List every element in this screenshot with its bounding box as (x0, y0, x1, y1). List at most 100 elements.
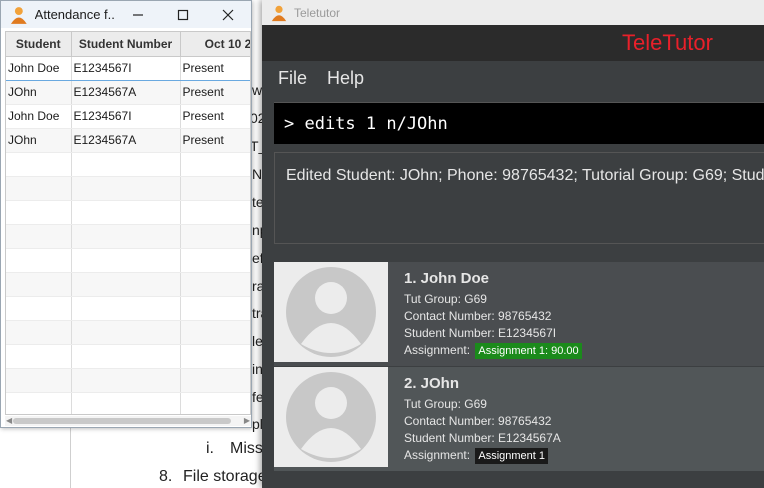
list-item-text: File storage (183, 468, 267, 485)
empty-cell (6, 152, 72, 177)
student-contact-number: Contact Number: 98765432 (404, 414, 552, 428)
scrollbar-thumb[interactable] (13, 418, 231, 424)
minimize-button[interactable] (115, 1, 160, 28)
menu-file[interactable]: File (278, 68, 307, 89)
cell-attendance[interactable]: Present (180, 55, 250, 81)
cell-attendance[interactable]: Present (180, 128, 250, 153)
close-icon (222, 9, 234, 20)
empty-table-row (6, 176, 250, 201)
empty-cell (6, 200, 72, 225)
menu-help[interactable]: Help (327, 68, 364, 89)
empty-cell (71, 344, 181, 369)
empty-cell (180, 248, 250, 273)
empty-cell (180, 176, 250, 201)
student-number: Student Number: E1234567I (404, 326, 557, 340)
table-row[interactable]: John Doe E1234567I Present (6, 55, 250, 81)
attendance-titlebar[interactable]: Attendance f... (1, 1, 251, 28)
empty-cell (71, 320, 181, 345)
cell-student-number[interactable]: E1234567I (71, 104, 181, 129)
empty-cell (71, 296, 181, 321)
student-tut-group: Tut Group: G69 (404, 292, 487, 306)
student-contact-number: Contact Number: 98765432 (404, 309, 552, 323)
empty-table-row (6, 344, 250, 369)
empty-table-row (6, 152, 250, 177)
empty-cell (71, 224, 181, 249)
empty-table-row (6, 248, 250, 273)
scroll-left-icon[interactable]: ◀ (6, 416, 12, 426)
student-name: 2. JOhn (404, 375, 460, 392)
empty-cell (71, 152, 181, 177)
horizontal-scrollbar[interactable]: ◀ ▶ (5, 416, 251, 426)
table-row[interactable]: John Doe E1234567I Present (6, 104, 250, 129)
assignment-label: Assignment: (404, 343, 471, 357)
teletutor-window: Teletutor TeleTutor File Help > edits 1 … (262, 0, 764, 488)
empty-table-row (6, 272, 250, 297)
attendance-table[interactable]: Student Student Number Oct 10 2024 John … (5, 31, 251, 415)
cell-attendance[interactable]: Present (180, 104, 250, 129)
app-header: TeleTutor (262, 25, 764, 61)
document-text-fragment: N (252, 166, 263, 182)
cell-student[interactable]: John Doe (6, 55, 72, 81)
empty-cell (71, 272, 181, 297)
empty-cell (6, 344, 72, 369)
maximize-button[interactable] (161, 1, 206, 28)
menu-bar: File Help (262, 61, 764, 95)
column-header-student[interactable]: Student (6, 32, 72, 57)
empty-cell (180, 152, 250, 177)
avatar-placeholder-icon (286, 267, 376, 357)
empty-cell (71, 200, 181, 225)
command-box[interactable]: > edits 1 n/JOhn (274, 102, 764, 144)
teletutor-app-icon (271, 5, 287, 21)
empty-cell (6, 248, 72, 273)
student-card[interactable]: 1. John Doe Tut Group: G69 Contact Numbe… (274, 262, 764, 366)
close-button[interactable] (206, 1, 251, 28)
empty-table-row (6, 224, 250, 249)
empty-cell (6, 320, 72, 345)
empty-cell (180, 272, 250, 297)
student-list[interactable]: 1. John Doe Tut Group: G69 Contact Numbe… (274, 255, 764, 488)
empty-table-row (6, 200, 250, 225)
cell-student[interactable]: JOhn (6, 80, 72, 105)
table-row[interactable]: JOhn E1234567A Present (6, 128, 250, 153)
empty-cell (6, 224, 72, 249)
cell-student-number[interactable]: E1234567A (71, 80, 181, 105)
empty-cell (6, 176, 72, 201)
list-sub-text: Miss (230, 440, 263, 457)
table-row[interactable]: JOhn E1234567A Present (6, 80, 250, 105)
teletutor-titlebar[interactable]: Teletutor (262, 0, 764, 25)
student-name: 1. John Doe (404, 270, 490, 287)
empty-cell (180, 224, 250, 249)
scroll-right-icon[interactable]: ▶ (244, 416, 250, 426)
empty-cell (71, 248, 181, 273)
brand-title: TeleTutor (622, 30, 713, 55)
command-input[interactable]: > edits 1 n/JOhn (284, 114, 448, 134)
empty-cell (180, 200, 250, 225)
empty-table-row (6, 368, 250, 393)
student-assignment-row: Assignment: Assignment 1 (404, 447, 561, 464)
attendance-window: Attendance f... Student Student Number O… (0, 0, 252, 428)
teletutor-app-icon (10, 6, 27, 24)
minimize-icon (132, 13, 143, 16)
student-card[interactable]: 2. JOhn Tut Group: G69 Contact Number: 9… (274, 367, 764, 471)
empty-table-row (6, 296, 250, 321)
cell-student-number[interactable]: E1234567I (71, 55, 181, 81)
column-header-student-number[interactable]: Student Number (71, 32, 181, 57)
avatar-placeholder-icon (286, 372, 376, 462)
student-photo (274, 367, 388, 467)
student-photo (274, 262, 388, 362)
empty-cell (6, 296, 72, 321)
empty-cell (71, 176, 181, 201)
student-tut-group: Tut Group: G69 (404, 397, 487, 411)
maximize-icon (178, 9, 189, 20)
cell-student-number[interactable]: E1234567A (71, 128, 181, 153)
result-message: Edited Student: JOhn; Phone: 98765432; T… (286, 167, 764, 184)
list-item-marker: 8. (159, 468, 173, 485)
student-number: Student Number: E1234567A (404, 431, 561, 445)
cell-student[interactable]: John Doe (6, 104, 72, 129)
cell-student[interactable]: JOhn (6, 128, 72, 153)
student-assignment-row: Assignment: Assignment 1: 90.00 (404, 342, 582, 359)
empty-cell (71, 392, 181, 414)
column-header-date[interactable]: Oct 10 2024 (180, 32, 250, 57)
cell-attendance[interactable]: Present (180, 80, 250, 105)
result-display: Edited Student: JOhn; Phone: 98765432; T… (274, 152, 764, 244)
